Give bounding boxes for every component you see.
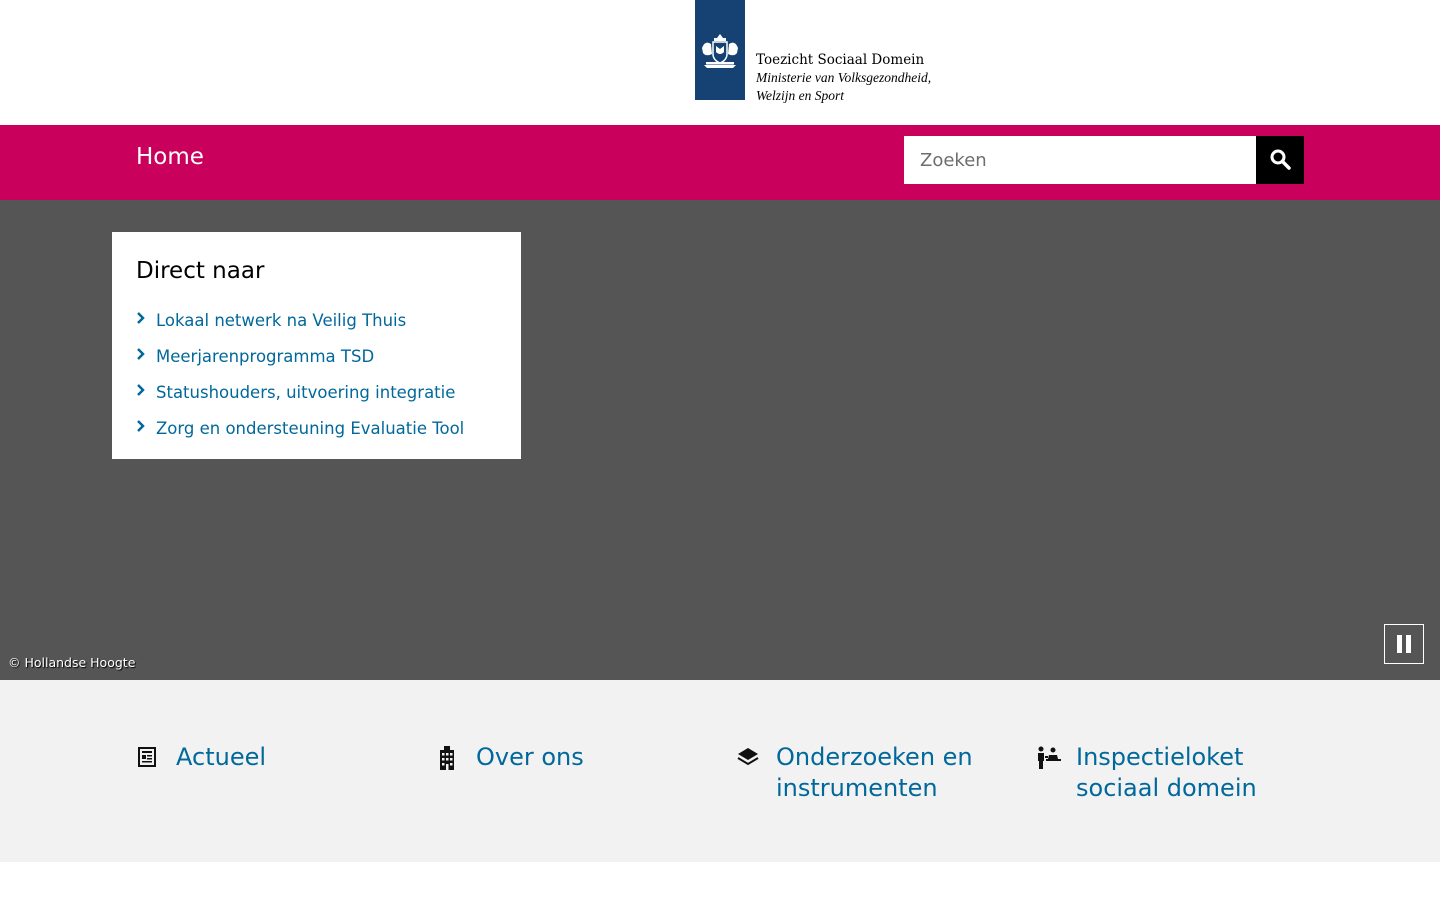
direct-link-meerjarenprogramma[interactable]: Meerjarenprogramma TSD	[156, 347, 374, 366]
chevron-right-icon	[136, 312, 156, 328]
search-form	[904, 136, 1304, 184]
main-navbar: Home	[0, 125, 1440, 200]
logo-title: Toezicht Sociaal Domein	[756, 52, 925, 68]
pause-icon	[1406, 635, 1411, 653]
list-item: Zorg en ondersteuning Evaluatie Tool	[136, 410, 497, 446]
logo-subtitle-line2: Welzijn en Sport	[756, 88, 845, 103]
layers-icon	[736, 742, 776, 772]
search-input[interactable]	[904, 136, 1256, 184]
quick-link-actueel[interactable]: Actueel	[136, 742, 266, 773]
logo-text: Toezicht Sociaal Domein Ministerie van V…	[756, 51, 931, 105]
photo-credit: © Hollandse Hoogte	[8, 655, 136, 670]
search-icon	[1269, 148, 1291, 173]
slideshow-pause-button[interactable]	[1384, 624, 1424, 664]
list-item: Meerjarenprogramma TSD	[136, 338, 497, 374]
direct-link-zorg-evaluatie-tool[interactable]: Zorg en ondersteuning Evaluatie Tool	[156, 419, 464, 438]
site-logo[interactable]: Toezicht Sociaal Domein Ministerie van V…	[695, 0, 931, 105]
dutch-coat-of-arms-icon	[695, 0, 745, 100]
building-icon	[436, 742, 476, 772]
direct-naar-panel: Direct naar Lokaal netwerk na Veilig Thu…	[112, 232, 521, 459]
direct-naar-title: Direct naar	[136, 258, 265, 284]
quick-link-label-line2: instrumenten	[776, 774, 938, 802]
quick-link-inspectieloket[interactable]: Inspectieloket sociaal domein	[1036, 742, 1257, 804]
quick-link-onderzoeken[interactable]: Onderzoeken en instrumenten	[736, 742, 973, 804]
quick-link-label: Over ons	[476, 742, 584, 773]
newspaper-icon	[136, 742, 176, 772]
service-desk-icon	[1036, 742, 1076, 772]
list-item: Lokaal netwerk na Veilig Thuis	[136, 302, 497, 338]
direct-naar-list: Lokaal netwerk na Veilig Thuis Meerjaren…	[136, 302, 497, 446]
direct-link-lokaal-netwerk[interactable]: Lokaal netwerk na Veilig Thuis	[156, 311, 406, 330]
hero-section: Direct naar Lokaal netwerk na Veilig Thu…	[0, 200, 1440, 680]
list-item: Statushouders, uitvoering integratie	[136, 374, 497, 410]
quick-links-band: Actueel Over ons Onderzoeken en instrume…	[0, 680, 1440, 862]
quick-link-label-line1: Actueel	[176, 743, 267, 771]
site-header: Toezicht Sociaal Domein Ministerie van V…	[0, 0, 1440, 125]
quick-link-label-line2: sociaal domein	[1076, 774, 1257, 802]
search-button[interactable]	[1256, 136, 1304, 184]
chevron-right-icon	[136, 384, 156, 400]
quick-link-label-line1: Inspectieloket	[1076, 743, 1244, 771]
pause-icon	[1397, 635, 1402, 653]
quick-link-label-line1: Over ons	[476, 743, 584, 771]
quick-link-label: Inspectieloket sociaal domein	[1076, 742, 1257, 804]
logo-subtitle-line1: Ministerie van Volksgezondheid,	[756, 70, 932, 85]
direct-link-statushouders[interactable]: Statushouders, uitvoering integratie	[156, 383, 455, 402]
quick-link-label-line1: Onderzoeken en	[776, 743, 973, 771]
chevron-right-icon	[136, 420, 156, 436]
quick-link-label: Onderzoeken en instrumenten	[776, 742, 973, 804]
quick-link-over-ons[interactable]: Over ons	[436, 742, 584, 773]
chevron-right-icon	[136, 348, 156, 364]
nav-home-link[interactable]: Home	[136, 144, 204, 170]
quick-link-label: Actueel	[176, 742, 266, 773]
